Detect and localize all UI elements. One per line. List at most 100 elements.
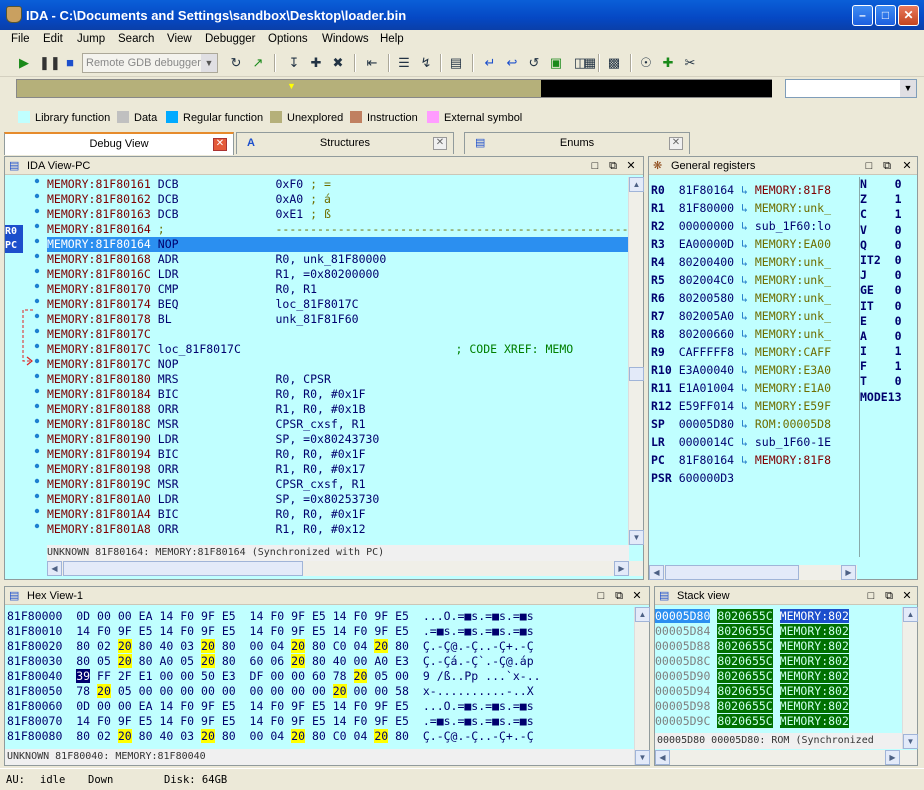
scroll-left-icon[interactable]: ◀	[655, 750, 670, 765]
show-pc-icon[interactable]: ▣	[546, 53, 566, 73]
attach-process-icon[interactable]: ↻	[226, 53, 246, 73]
registers-horizontal-scrollbar[interactable]: ◀ ▶	[649, 565, 857, 580]
hex-row[interactable]: 81F80020 80 02 20 80 40 03 20 80 00 04 2…	[7, 639, 629, 654]
tab-debug-view[interactable]: Debug View ✕	[4, 132, 234, 155]
step-out-icon[interactable]: ↩	[502, 53, 522, 73]
minimize-panel-icon[interactable]: □	[861, 157, 877, 175]
run-to-cursor-icon[interactable]: ⇤	[362, 53, 382, 73]
menu-windows[interactable]: Windows	[322, 33, 369, 45]
jump-arrow-icon[interactable]: ↳	[741, 327, 755, 341]
add-breakpoint-icon[interactable]: ✚	[306, 53, 326, 73]
stack-list[interactable]: 00005D80 8020655C MEMORY:802 00005D84 802…	[655, 609, 903, 729]
flag-row[interactable]: V 0	[860, 223, 913, 238]
register-list[interactable]: R0 81F80164 ↳ MEMORY:81F8 R1 81F80000 ↳ M…	[651, 181, 859, 487]
close-window-button[interactable]: ✕	[898, 5, 919, 26]
minimize-button[interactable]: –	[852, 5, 873, 26]
code-line[interactable]: MEMORY:81F80168 ADR R0, unk_81F80000	[47, 252, 629, 267]
register-row[interactable]: R4 80200400 ↳ MEMORY:unk_	[651, 253, 859, 271]
close-icon[interactable]: ✕	[899, 587, 915, 605]
code-line[interactable]: MEMORY:81F801A8 ORR R1, R0, #0x12	[47, 522, 629, 537]
float-panel-icon[interactable]: ⧉	[879, 157, 895, 175]
pause-process-icon[interactable]: ❚❚	[39, 53, 61, 73]
register-row[interactable]: PC 81F80164 ↳ MEMORY:81F8	[651, 451, 859, 469]
code-line[interactable]: MEMORY:81F80194 BIC R0, R0, #0x1F	[47, 447, 629, 462]
jump-arrow-icon[interactable]: ↳	[741, 183, 755, 197]
module-list-icon[interactable]: ▦	[580, 53, 600, 73]
minimize-panel-icon[interactable]: □	[863, 587, 879, 605]
hex-row[interactable]: 81F80080 80 02 20 80 40 03 20 80 00 04 2…	[7, 729, 629, 744]
stack-row[interactable]: 00005D80 8020655C MEMORY:802	[655, 609, 903, 624]
flag-row[interactable]: I 1	[860, 344, 913, 359]
register-row[interactable]: R6 80200580 ↳ MEMORY:unk_	[651, 289, 859, 307]
float-panel-icon[interactable]: ⧉	[881, 587, 897, 605]
flag-row[interactable]: J 0	[860, 268, 913, 283]
ida-horizontal-scrollbar[interactable]: ◀ ▶	[47, 561, 643, 576]
code-line[interactable]: MEMORY:81F801A0 LDR SP, =0x80253730	[47, 492, 629, 507]
jump-arrow-icon[interactable]: ↳	[741, 237, 755, 251]
jump-arrow-icon[interactable]: ↳	[741, 381, 755, 395]
close-icon[interactable]: ✕	[213, 138, 227, 151]
code-line[interactable]: MEMORY:81F8018C MSR CPSR_cxsf, R1	[47, 417, 629, 432]
jump-arrow-icon[interactable]: ↳	[741, 201, 755, 215]
jump-arrow-icon[interactable]: ↳	[741, 273, 755, 287]
detach-process-icon[interactable]: ↗	[248, 53, 268, 73]
scroll-thumb[interactable]	[665, 565, 799, 580]
register-row[interactable]: LR 0000014C ↳ sub_1F60-1E	[651, 433, 859, 451]
hex-row[interactable]: 81F80000 0D 00 00 EA 14 F0 9F E5 14 F0 9…	[7, 609, 629, 624]
hex-row[interactable]: 81F80040 39 FF 2F E1 00 00 50 E3 DF 00 0…	[7, 669, 629, 684]
flag-row[interactable]: IT 0	[860, 299, 913, 314]
minimize-panel-icon[interactable]: □	[587, 157, 603, 175]
ida-vertical-scrollbar[interactable]: ▲ ▼	[628, 177, 644, 545]
scroll-down-icon[interactable]: ▼	[903, 734, 918, 749]
flag-row[interactable]: Z 1	[860, 192, 913, 207]
register-row[interactable]: R3 EA00000D ↳ MEMORY:EA00	[651, 235, 859, 253]
maximize-button[interactable]: □	[875, 5, 896, 26]
hex-row[interactable]: 81F80030 80 05 20 80 A0 05 20 80 60 06 2…	[7, 654, 629, 669]
navigation-band[interactable]: ▼	[16, 79, 772, 98]
close-icon[interactable]: ✕	[899, 157, 915, 175]
menu-jump[interactable]: Jump	[77, 33, 105, 45]
flag-row[interactable]: E 0	[860, 314, 913, 329]
code-line[interactable]: MEMORY:81F80190 LDR SP, =0x80243730	[47, 432, 629, 447]
segment-list-icon[interactable]: ▩	[604, 53, 624, 73]
flags-list[interactable]: N 0Z 1C 1V 0Q 0 IT2 0J 0 GE 0 IT 0E 0A 0I 1…	[859, 177, 913, 557]
jump-arrow-icon[interactable]: ↳	[741, 417, 755, 431]
register-row[interactable]: R9 CAFFFFF8 ↳ MEMORY:CAFF	[651, 343, 859, 361]
code-line[interactable]: MEMORY:81F801A4 BIC R0, R0, #0x1F	[47, 507, 629, 522]
code-line[interactable]: MEMORY:81F80162 DCB 0xA0 ; á	[47, 192, 629, 207]
hex-row[interactable]: 81F80060 0D 00 00 EA 14 F0 9F E5 14 F0 9…	[7, 699, 629, 714]
jump-arrow-icon[interactable]: ↳	[741, 399, 755, 413]
hex-vertical-scrollbar[interactable]: ▲ ▼	[634, 607, 650, 765]
float-panel-icon[interactable]: ⧉	[605, 157, 621, 175]
code-line[interactable]: MEMORY:81F8016C LDR R1, =0x80200000	[47, 267, 629, 282]
close-icon[interactable]: ✕	[669, 137, 683, 150]
register-row[interactable]: R12 E59FF014 ↳ MEMORY:E59F	[651, 397, 859, 415]
code-line[interactable]: MEMORY:81F80184 BIC R0, R0, #0x1F	[47, 387, 629, 402]
start-process-icon[interactable]: ▶	[14, 53, 34, 73]
scroll-up-icon[interactable]: ▲	[903, 607, 918, 622]
stack-horizontal-scrollbar[interactable]: ◀ ▶	[655, 750, 917, 765]
code-line[interactable]: MEMORY:81F80188 ORR R1, R0, #0x1B	[47, 402, 629, 417]
add-watch-icon[interactable]: ✚	[658, 53, 678, 73]
code-line[interactable]: MEMORY:81F80161 DCB 0xF0 ; =	[47, 177, 629, 192]
hex-row[interactable]: 81F80050 78 20 05 00 00 00 00 00 00 00 0…	[7, 684, 629, 699]
scroll-left-icon[interactable]: ◀	[649, 565, 664, 580]
code-line[interactable]: MEMORY:81F80163 DCB 0xE1 ; ß	[47, 207, 629, 222]
code-line[interactable]: MEMORY:81F80170 CMP R0, R1	[47, 282, 629, 297]
scroll-thumb[interactable]	[629, 367, 644, 381]
scroll-right-icon[interactable]: ▶	[885, 750, 900, 765]
hex-row[interactable]: 81F80010 14 F0 9F E5 14 F0 9F E5 14 F0 9…	[7, 624, 629, 639]
step-over-icon[interactable]: ↵	[480, 53, 500, 73]
register-row[interactable]: R2 00000000 ↳ sub_1F60:lo	[651, 217, 859, 235]
scroll-up-icon[interactable]: ▲	[629, 177, 644, 192]
minimize-panel-icon[interactable]: □	[593, 587, 609, 605]
hex-dump[interactable]: 81F80000 0D 00 00 EA 14 F0 9F E5 14 F0 9…	[7, 609, 629, 745]
jump-arrow-icon[interactable]: ↳	[741, 435, 755, 449]
menu-help[interactable]: Help	[380, 33, 404, 45]
scroll-thumb[interactable]	[63, 561, 303, 576]
flag-row[interactable]: C 1	[860, 207, 913, 222]
flag-row[interactable]: N 0	[860, 177, 913, 192]
jump-arrow-icon[interactable]: ↳	[741, 363, 755, 377]
stack-row[interactable]: 00005D84 8020655C MEMORY:802	[655, 624, 903, 639]
delete-breakpoint-icon[interactable]: ✖	[328, 53, 348, 73]
